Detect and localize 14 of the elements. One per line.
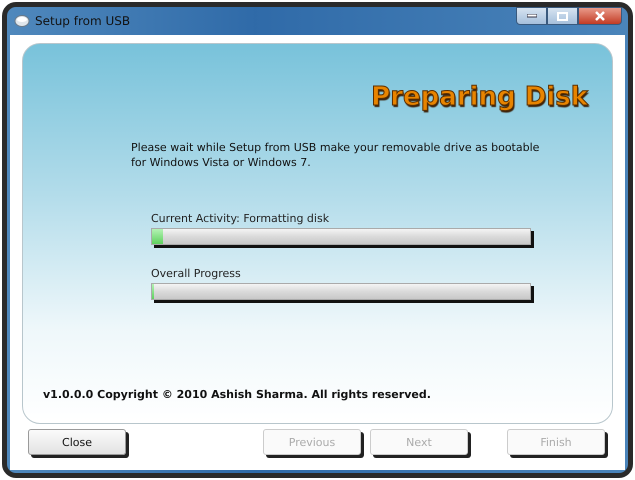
maximize-icon xyxy=(557,12,568,20)
maximize-button[interactable] xyxy=(547,7,578,25)
page-heading: Preparing Disk xyxy=(371,82,588,112)
close-icon xyxy=(594,11,606,21)
copyright-text: v1.0.0.0 Copyright © 2010 Ashish Sharma. All rights reserved. xyxy=(43,388,432,401)
instruction-text: Please wait while Setup from USB make your removable drive as bootable for Windows Vista or Windows 7. xyxy=(131,140,540,170)
app-icon xyxy=(14,14,30,28)
progress-label: Current Activity: Formatting disk xyxy=(151,212,330,225)
minimize-button[interactable] xyxy=(516,7,547,25)
window-title: Setup from USB xyxy=(35,14,130,28)
minimize-icon xyxy=(526,14,536,18)
progress-label: Overall Progress xyxy=(151,267,242,280)
window-close-button[interactable] xyxy=(578,7,622,25)
close-button[interactable]: Close xyxy=(28,429,126,455)
